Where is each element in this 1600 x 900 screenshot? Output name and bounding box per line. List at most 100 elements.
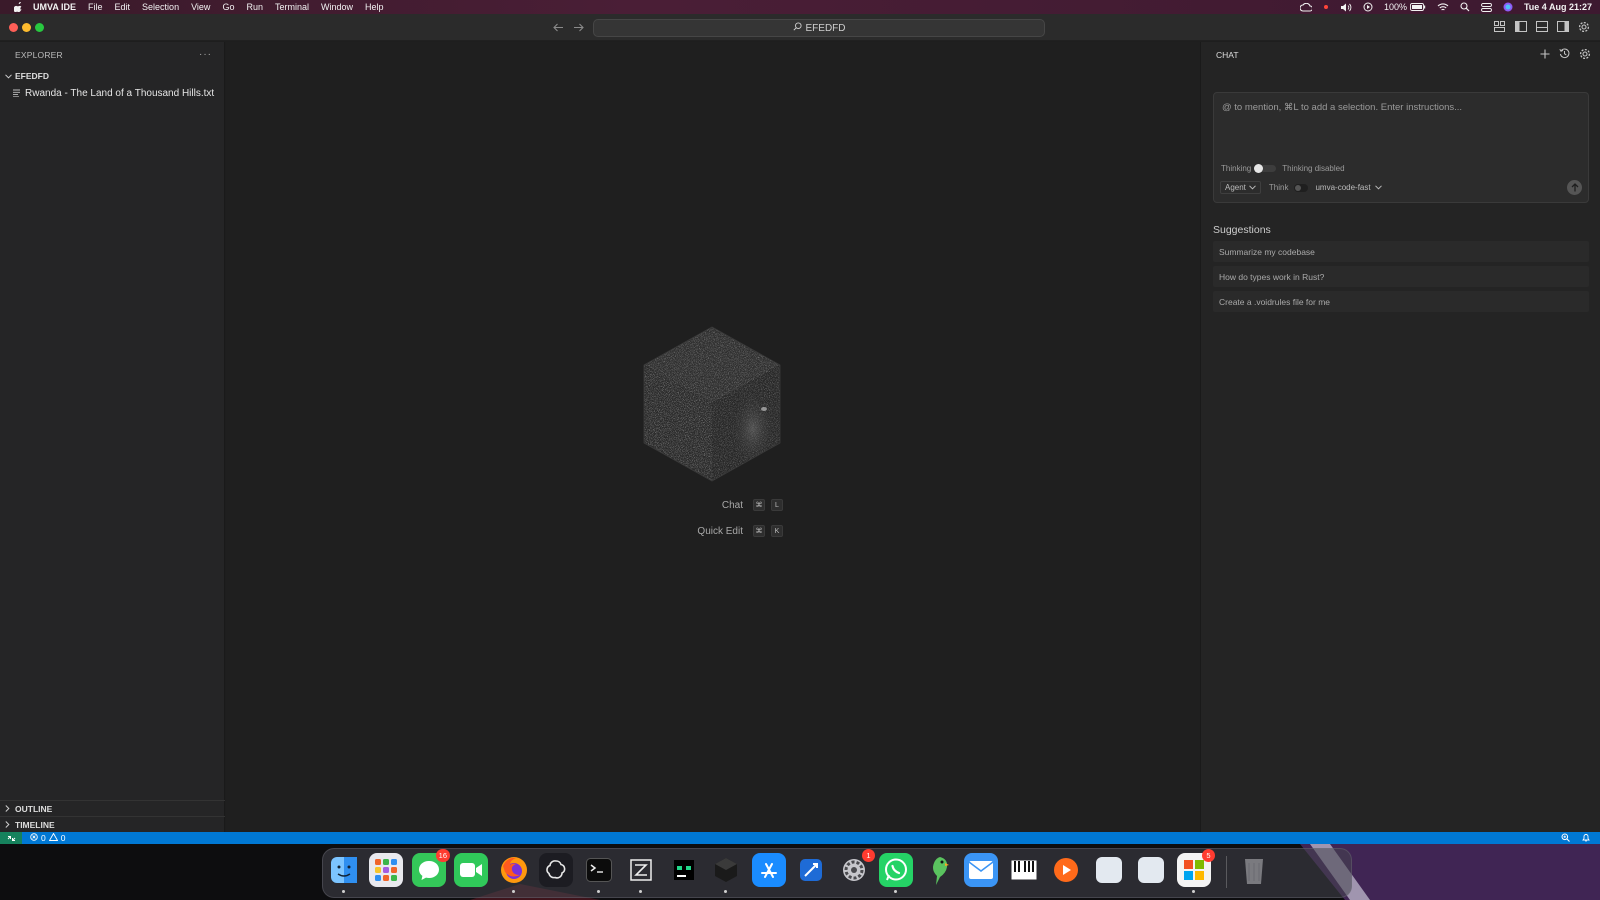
minimize-window-button[interactable] [22,23,31,32]
suggestion-item[interactable]: How do types work in Rust? [1213,266,1589,287]
terminal-icon[interactable] [582,853,616,893]
toggle-secondary-sidebar-icon[interactable] [1556,20,1569,33]
screen-time-icon[interactable] [1363,2,1373,12]
running-indicator [597,890,600,893]
timeline-section[interactable]: TIMELINE [0,816,225,832]
chat-settings-gear-icon[interactable] [1578,47,1591,60]
zed-icon[interactable] [624,853,658,893]
spotlight-icon[interactable] [1460,2,1470,12]
suggestions-title: Suggestions [1213,224,1271,236]
whatsapp-icon[interactable] [879,853,913,893]
menu-run[interactable]: Run [246,2,263,12]
workspace-folder[interactable]: EFEDFD [0,68,224,84]
warning-count: 0 [60,833,66,843]
thinking-state: Thinking disabled [1282,164,1345,173]
command-center-search[interactable]: EFEDFD [593,19,1045,37]
battery-percent: 100% [1383,2,1407,12]
menubar-datetime[interactable]: Tue 4 Aug 21:27 [1524,2,1592,12]
quick-edit-shortcut[interactable]: Quick Edit ⌘ K [681,525,789,537]
warning-icon [48,832,59,843]
piano-icon[interactable] [1007,853,1041,887]
creative-cloud-icon[interactable] [1299,2,1312,12]
suggestion-item[interactable]: Create a .voidrules file for me [1213,291,1589,312]
model-select[interactable]: umva-code-fast [1315,183,1382,192]
chat-header: CHAT [1201,42,1600,68]
apple-icon[interactable] [11,2,25,12]
back-arrow-icon[interactable] [551,20,565,34]
menu-view[interactable]: View [191,2,210,12]
workspace-folder-name: EFEDFD [15,71,49,81]
more-actions-icon[interactable]: ··· [199,49,212,60]
facetime-icon[interactable] [454,853,488,887]
blank-app-icon-1[interactable] [1092,853,1126,887]
launchpad-icon[interactable] [369,853,403,887]
running-indicator [894,890,897,893]
suggestion-item[interactable]: Summarize my codebase [1213,241,1589,262]
file-item[interactable]: Rwanda - The Land of a Thousand Hills.tx… [0,84,224,102]
menu-edit[interactable]: Edit [115,2,131,12]
quick-edit-shortcut-label: Quick Edit [697,525,743,537]
toggle-primary-sidebar-icon[interactable] [1514,20,1527,33]
chat-history-icon[interactable] [1558,47,1571,60]
menu-file[interactable]: File [88,2,103,12]
microsoft-icon[interactable]: 5 [1177,849,1215,893]
parrot-icon[interactable] [922,853,956,887]
wifi-icon[interactable] [1437,2,1449,12]
control-center-icon[interactable] [1481,2,1492,12]
zoom-icon[interactable] [1561,833,1570,844]
running-indicator [724,890,727,893]
window-title-bar: EFEDFD [0,14,1600,41]
firefox-icon[interactable] [497,853,531,893]
blank-app-icon-2[interactable] [1134,853,1168,887]
umva-ide-icon[interactable] [709,853,743,893]
chevron-down-icon [1374,183,1382,192]
chat-title: CHAT [1216,50,1239,60]
chatgpt-icon[interactable] [539,853,573,887]
dock-separator [1226,856,1227,888]
notification-badge: 1 [862,849,875,862]
menu-app-name[interactable]: UMVA IDE [33,2,76,12]
volume-icon[interactable] [1340,3,1352,12]
infuse-icon[interactable] [1049,853,1083,887]
menu-selection[interactable]: Selection [142,2,179,12]
chat-input-box[interactable]: @ to mention, ⌘L to add a selection. Ent… [1213,92,1589,203]
close-window-button[interactable] [9,23,18,32]
toggle-panel-icon[interactable] [1535,20,1548,33]
customize-layout-icon[interactable] [1493,20,1506,33]
siri-icon[interactable] [1503,2,1513,12]
think-toggle[interactable] [1294,183,1309,192]
explorer-title: EXPLORER [15,50,63,60]
recording-dot-icon [1323,4,1329,10]
settings-gear-icon[interactable] [1577,20,1590,33]
mode-select[interactable]: Agent [1220,181,1261,194]
mail-icon[interactable] [964,853,998,887]
system-settings-icon[interactable]: 1 [837,849,875,887]
battery-icon[interactable] [1410,3,1426,11]
pycharm-icon[interactable] [667,853,701,887]
zoom-window-button[interactable] [35,23,44,32]
trash-icon[interactable] [1237,853,1271,887]
xcode-icon[interactable] [794,853,828,887]
outline-section[interactable]: OUTLINE [0,800,225,816]
chat-shortcut-key-l: L [771,499,783,511]
forward-arrow-icon[interactable] [571,20,585,34]
menu-window[interactable]: Window [321,2,353,12]
thinking-slider[interactable] [1254,164,1277,173]
text-file-icon [13,89,25,97]
send-button[interactable] [1567,180,1582,195]
app-store-icon[interactable] [752,853,786,887]
messages-icon[interactable]: 16 [412,849,450,887]
new-chat-plus-icon[interactable] [1538,47,1551,60]
remote-indicator-icon[interactable] [0,832,22,844]
arrow-up-icon [1571,179,1579,197]
finder-icon[interactable] [327,853,361,893]
error-icon [30,833,38,843]
chat-shortcut[interactable]: Chat ⌘ L [681,499,789,511]
notifications-bell-icon[interactable] [1582,833,1590,844]
menu-terminal[interactable]: Terminal [275,2,309,12]
timeline-label: TIMELINE [15,819,55,830]
chat-input-placeholder[interactable]: @ to mention, ⌘L to add a selection. Ent… [1222,102,1462,113]
menu-help[interactable]: Help [365,2,384,12]
problems-indicator[interactable]: 0 0 [30,832,66,843]
menu-go[interactable]: Go [222,2,234,12]
